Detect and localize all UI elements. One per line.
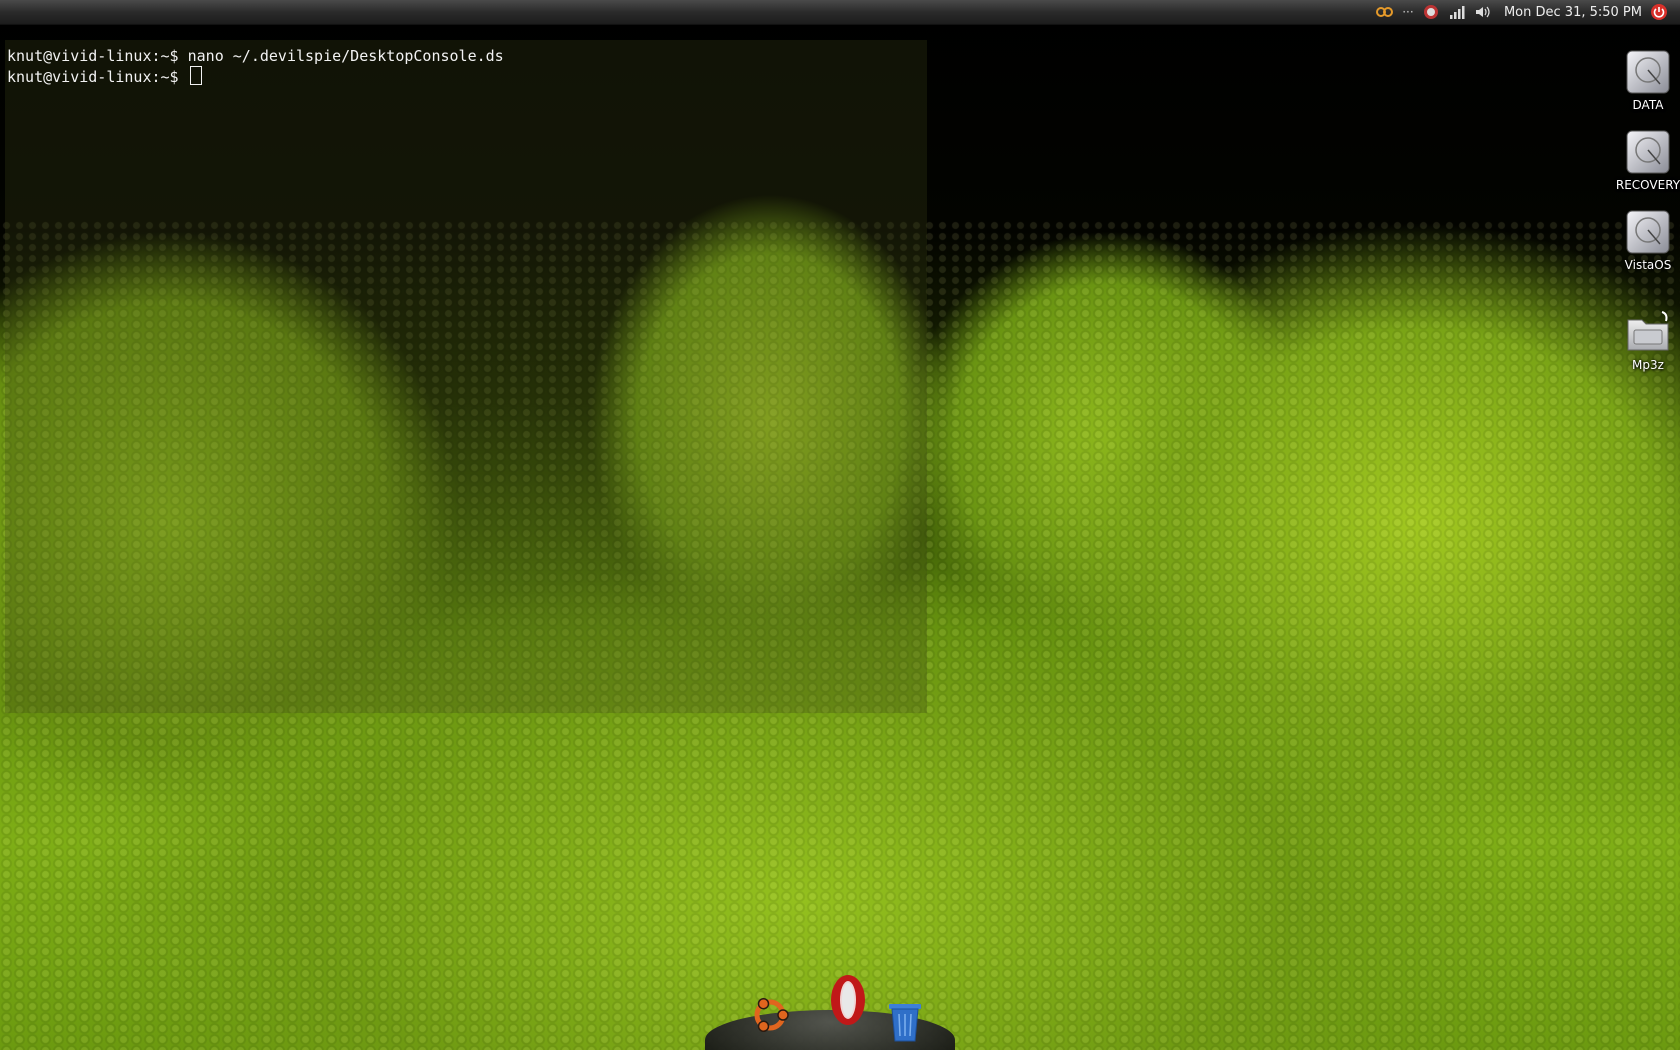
- terminal-line-prompt[interactable]: knut@vivid-linux:~$: [7, 66, 202, 87]
- trash-icon[interactable]: [885, 1002, 925, 1048]
- updates-icon[interactable]: [1422, 3, 1440, 21]
- ellipsis-icon[interactable]: ···: [1402, 3, 1414, 21]
- signal-bars-icon[interactable]: [1448, 3, 1466, 21]
- desktop-icon-recovery[interactable]: RECOVERY: [1608, 128, 1680, 192]
- network-link-icon[interactable]: [1375, 3, 1394, 21]
- desktop-icon-label: Mp3z: [1632, 358, 1664, 372]
- terminal-cursor: [189, 66, 202, 85]
- terminal-line-command: knut@vivid-linux:~$ nano ~/.devilspie/De…: [7, 47, 504, 65]
- desktop-icon-label: DATA: [1632, 98, 1664, 112]
- volume-icon[interactable]: [1474, 3, 1492, 21]
- opera-browser-icon[interactable]: [825, 972, 871, 1034]
- desktop-icon-vistaos[interactable]: VistaOS: [1608, 208, 1680, 272]
- top-panel: ··· Mon Dec 31, 5:50 PM: [0, 0, 1680, 25]
- drive-icon: [1626, 50, 1670, 94]
- ubuntu-logo-icon[interactable]: [747, 992, 793, 1042]
- desktop-icon-label: VistaOS: [1624, 258, 1672, 272]
- prompt-text: knut@vivid-linux:~$: [7, 68, 188, 86]
- desktop-icon-label: RECOVERY: [1615, 178, 1680, 192]
- drive-icon: [1626, 130, 1670, 174]
- folder-link-icon: [1627, 311, 1669, 351]
- desktop-terminal[interactable]: knut@vivid-linux:~$ nano ~/.devilspie/De…: [5, 40, 927, 713]
- drive-icon: [1626, 210, 1670, 254]
- power-icon[interactable]: [1650, 3, 1668, 21]
- clock[interactable]: Mon Dec 31, 5:50 PM: [1504, 5, 1642, 20]
- desktop-icon-mp3z[interactable]: Mp3z: [1608, 308, 1680, 372]
- system-tray: ··· Mon Dec 31, 5:50 PM: [1375, 0, 1668, 24]
- desktop-icon-data[interactable]: DATA: [1608, 48, 1680, 112]
- desktop: ··· Mon Dec 31, 5:50 PM knut@vivid-linux…: [0, 0, 1680, 1050]
- dock: [705, 975, 955, 1050]
